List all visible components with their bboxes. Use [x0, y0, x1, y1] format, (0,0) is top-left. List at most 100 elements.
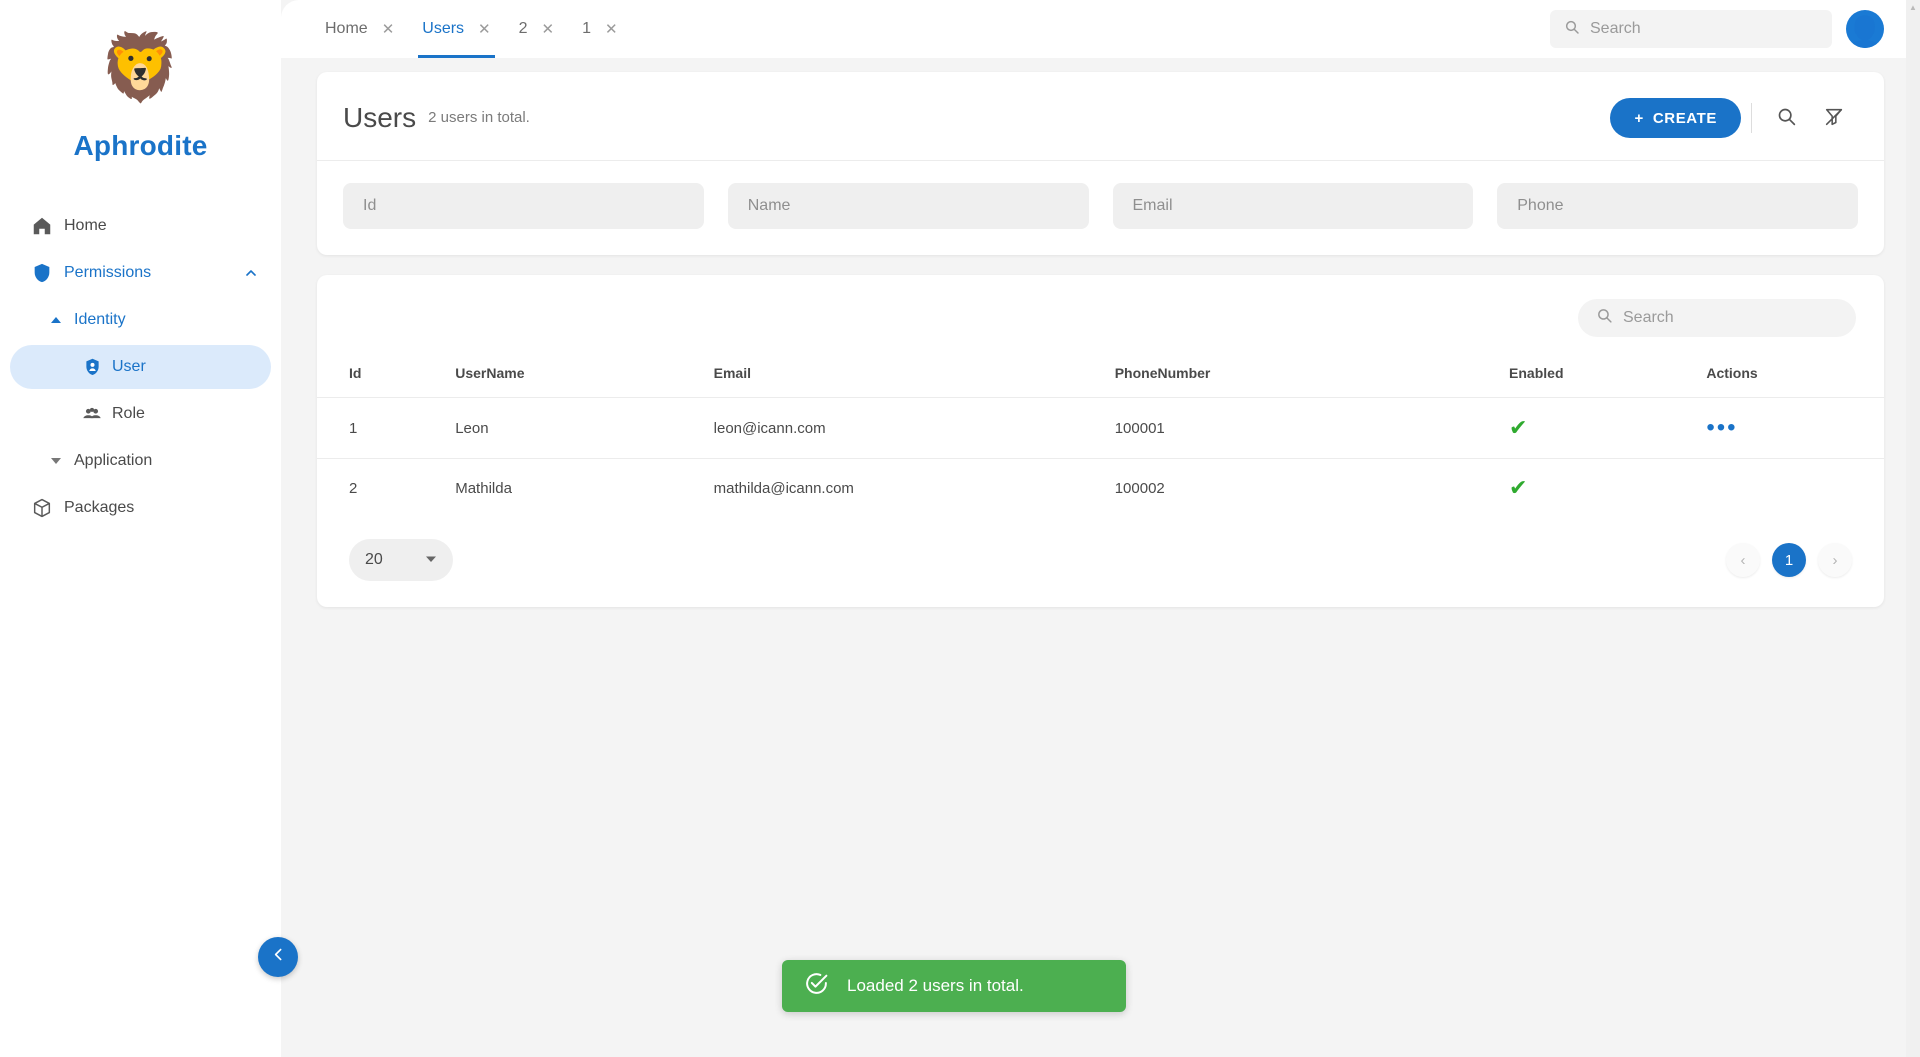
column-header-phone[interactable]: PhoneNumber — [1115, 357, 1509, 398]
sidebar-item-home[interactable]: Home — [10, 204, 271, 248]
table-body: 1 Leon leon@icann.com 100001 ✔ ••• 2 Mat… — [317, 397, 1884, 517]
global-search-input[interactable]: Search — [1550, 10, 1832, 48]
filter-off-icon — [1823, 106, 1845, 131]
sidebar-nav: Home Permissions Identity User Role Appl… — [0, 204, 281, 530]
cell-username: Leon — [455, 397, 714, 459]
cell-email: mathilda@icann.com — [713, 458, 1115, 517]
create-button[interactable]: + CREATE — [1610, 98, 1741, 138]
scroll-up-arrow-icon[interactable]: ▲ — [1906, 0, 1920, 14]
filter-phone-input[interactable] — [1497, 183, 1858, 229]
group-icon — [72, 403, 112, 425]
main-area: Home ✕ Users ✕ 2 ✕ 1 ✕ Search 👤 Users 2 … — [281, 0, 1920, 1057]
sidebar-item-permissions[interactable]: Permissions — [10, 251, 271, 295]
tab-home[interactable]: Home ✕ — [311, 0, 408, 58]
vertical-scrollbar[interactable]: ▲ — [1906, 0, 1920, 1057]
column-header-email[interactable]: Email — [714, 357, 1115, 398]
pagination-prev-button[interactable]: ‹ — [1726, 543, 1760, 577]
avatar[interactable]: 👤 — [1846, 10, 1884, 48]
table-search-row: Search — [317, 293, 1884, 337]
caret-down-icon — [38, 455, 74, 467]
global-search-placeholder: Search — [1590, 20, 1641, 37]
tab-label: 2 — [518, 20, 528, 37]
home-icon — [20, 215, 64, 237]
search-icon — [1564, 19, 1580, 40]
users-header: Users 2 users in total. + CREATE — [317, 72, 1884, 161]
header-actions: + CREATE — [1610, 96, 1858, 140]
pagination-page-1[interactable]: 1 — [1772, 543, 1806, 577]
cell-enabled: ✔ — [1509, 397, 1707, 459]
page-title: Users — [343, 102, 417, 133]
filter-email-input[interactable] — [1112, 183, 1474, 229]
filter-id-input[interactable] — [343, 183, 704, 229]
cell-id: 2 — [317, 458, 456, 517]
column-header-actions[interactable]: Actions — [1706, 357, 1884, 398]
sidebar-item-identity[interactable]: Identity — [10, 298, 271, 342]
close-icon[interactable]: ✕ — [382, 22, 395, 37]
tab-2[interactable]: 2 ✕ — [505, 0, 568, 58]
caret-up-icon — [38, 314, 74, 326]
close-icon[interactable]: ✕ — [542, 22, 555, 37]
sidebar-item-label: Home — [64, 217, 107, 234]
column-header-username[interactable]: UserName — [455, 357, 713, 398]
table-row[interactable]: 2 Mathilda mathilda@icann.com 100002 ✔ — [317, 458, 1884, 517]
table-row[interactable]: 1 Leon leon@icann.com 100001 ✔ ••• — [317, 397, 1884, 459]
cell-phone: 100002 — [1114, 458, 1510, 517]
column-header-id[interactable]: Id — [317, 357, 455, 398]
topbar-right: Search 👤 — [1550, 0, 1884, 58]
row-actions-button[interactable]: ••• — [1706, 414, 1737, 441]
shield-icon — [20, 262, 64, 284]
tab-bar: Home ✕ Users ✕ 2 ✕ 1 ✕ Search 👤 — [281, 0, 1920, 58]
package-icon — [20, 497, 64, 519]
sidebar-item-packages[interactable]: Packages — [10, 486, 271, 530]
sidebar-item-application[interactable]: Application — [10, 439, 271, 483]
pagination-next-button[interactable]: › — [1818, 543, 1852, 577]
check-icon: ✔ — [1509, 415, 1528, 440]
filter-name-input[interactable] — [727, 183, 1089, 229]
sidebar: 🦁 Aphrodite Home Permissions Identity Us… — [0, 0, 298, 1057]
tab-label: Users — [422, 20, 465, 37]
sidebar-item-label: Application — [74, 452, 153, 469]
users-table-card: Search Id UserName Email PhoneNumber Ena… — [317, 275, 1884, 607]
sidebar-item-label: Identity — [74, 311, 126, 328]
tab-label: 1 — [582, 20, 592, 37]
sidebar-item-user[interactable]: User — [10, 345, 271, 389]
table-search-placeholder: Search — [1623, 309, 1674, 326]
clear-filter-button[interactable] — [1810, 96, 1858, 140]
sidebar-item-role[interactable]: Role — [10, 392, 271, 436]
table-header-row: Id UserName Email PhoneNumber Enabled Ac… — [317, 357, 1884, 398]
avatar-glyph: 👤 — [1846, 16, 1884, 48]
brand-name: Aphrodite — [73, 130, 208, 161]
tab-users[interactable]: Users ✕ — [408, 0, 504, 58]
users-filter-card: Users 2 users in total. + CREATE — [317, 72, 1884, 255]
sidebar-item-label: Permissions — [64, 264, 152, 281]
close-icon[interactable]: ✕ — [605, 22, 618, 37]
create-button-label: CREATE — [1652, 109, 1717, 127]
check-circle-icon — [804, 971, 829, 1001]
chevron-down-icon — [425, 553, 437, 568]
tab-1[interactable]: 1 ✕ — [568, 0, 631, 58]
cell-id: 1 — [317, 397, 456, 459]
pager-row: 20 ‹ 1 › — [317, 517, 1884, 581]
chevron-up-icon[interactable] — [231, 265, 271, 281]
check-icon: ✔ — [1509, 475, 1528, 500]
table-search-input[interactable]: Search — [1578, 299, 1856, 337]
cell-email: leon@icann.com — [713, 397, 1115, 459]
cell-actions — [1706, 458, 1884, 517]
filter-inputs — [317, 161, 1884, 229]
tab-label: Home — [325, 20, 368, 37]
user-shield-icon — [72, 357, 112, 378]
page-content: Users 2 users in total. + CREATE Id Name… — [281, 58, 1920, 607]
lion-logo-icon: 🦁 — [99, 30, 182, 104]
search-icon — [1596, 307, 1613, 329]
search-icon — [1776, 106, 1797, 130]
table-head: Id UserName Email PhoneNumber Enabled Ac… — [317, 357, 1884, 398]
pagination: ‹ 1 › — [1726, 543, 1852, 577]
brand-block: 🦁 Aphrodite — [0, 0, 281, 162]
page-subtitle: 2 users in total. — [428, 108, 530, 126]
close-icon[interactable]: ✕ — [478, 22, 491, 37]
column-header-enabled[interactable]: Enabled — [1509, 357, 1706, 398]
sidebar-item-label: Packages — [64, 499, 135, 516]
sidebar-collapse-button[interactable] — [258, 937, 298, 977]
page-size-select[interactable]: 20 — [349, 539, 453, 581]
search-toggle-button[interactable] — [1762, 96, 1810, 140]
